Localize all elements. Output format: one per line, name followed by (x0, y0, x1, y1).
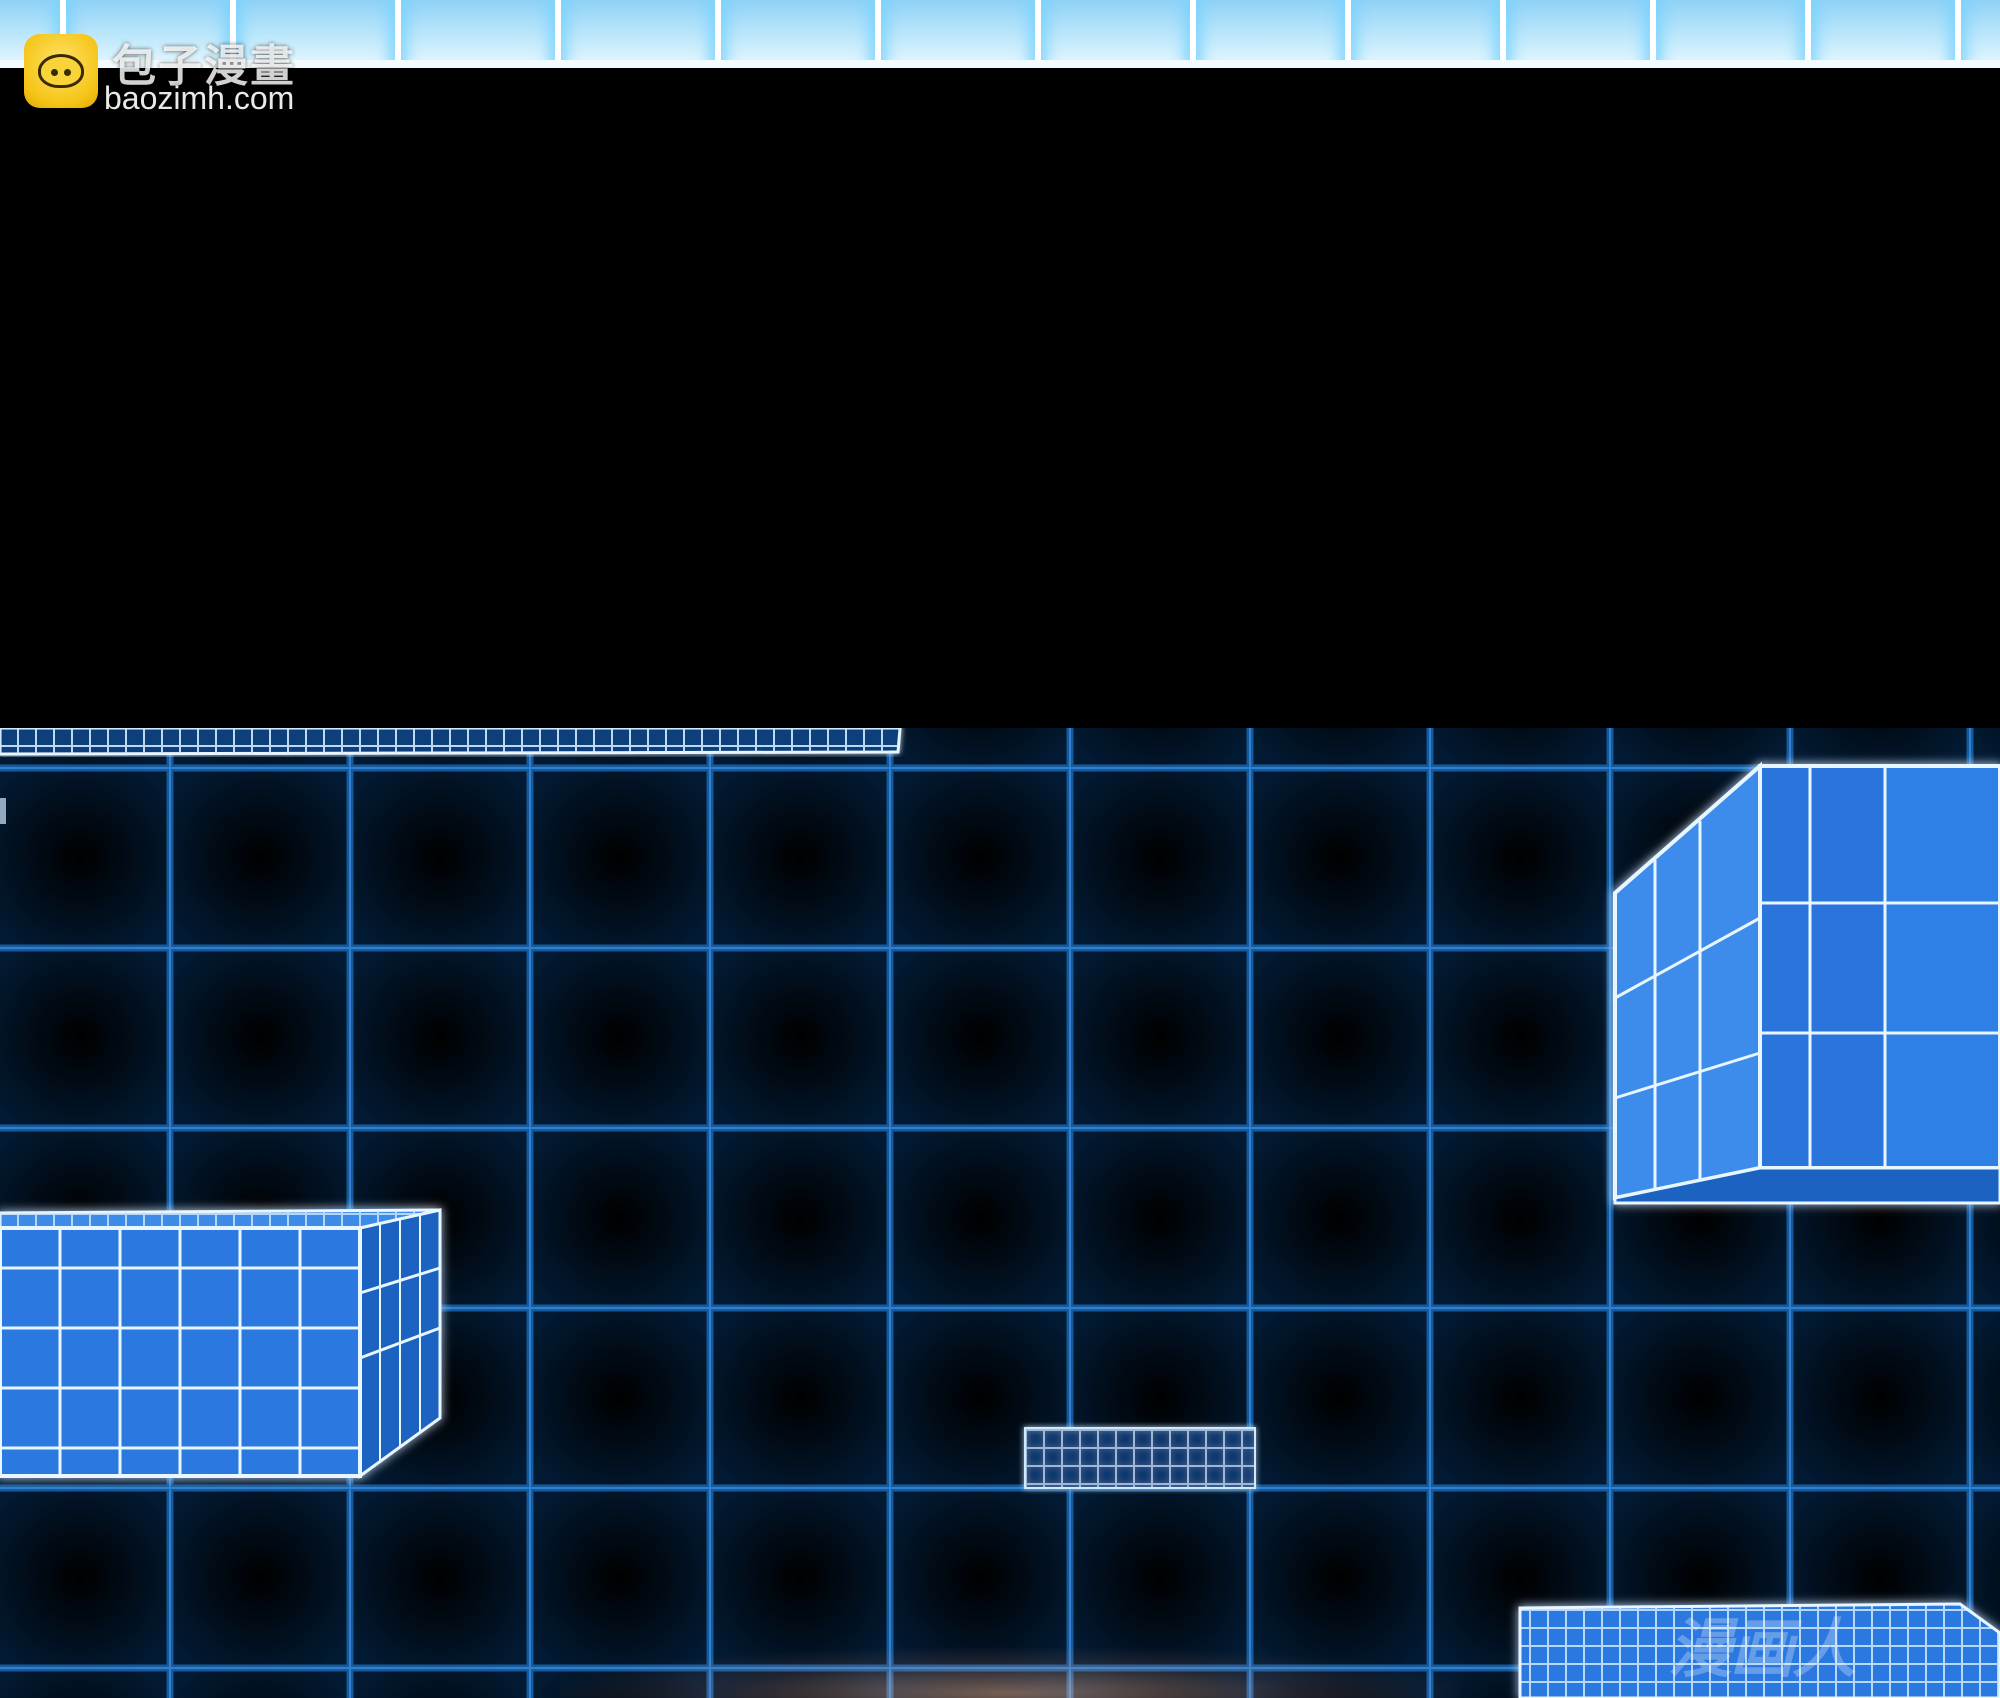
logo-face (38, 54, 84, 88)
strip-divider (1805, 0, 1811, 68)
bottom-watermark: 漫画人 (1668, 1613, 1856, 1685)
strip-divider (395, 0, 401, 68)
strip-divider (1650, 0, 1656, 68)
bottom-glow (560, 1648, 1460, 1698)
strip-divider (555, 0, 561, 68)
left-edge-mark (0, 798, 6, 824)
strip-divider (1190, 0, 1196, 68)
left-cuboid (0, 1208, 442, 1479)
cyber-grid-scene (0, 728, 2000, 1698)
strip-divider (1500, 0, 1506, 68)
strip-bottom-band (0, 60, 2000, 68)
top-glow-strip (0, 0, 2000, 68)
strip-divider (715, 0, 721, 68)
watermark-en: baozimh.com (104, 80, 295, 116)
strip-divider (1345, 0, 1351, 68)
middle-small-slab (1024, 1427, 1256, 1489)
baozi-logo-icon (24, 34, 98, 108)
top-left-slab (0, 728, 902, 756)
black-panel (0, 68, 2000, 728)
strip-divider (1955, 0, 1961, 68)
logo-eye (51, 69, 58, 76)
logo-eye (64, 69, 71, 76)
strip-divider (1035, 0, 1041, 68)
strip-divider (875, 0, 881, 68)
scene-svg (0, 728, 2000, 1698)
